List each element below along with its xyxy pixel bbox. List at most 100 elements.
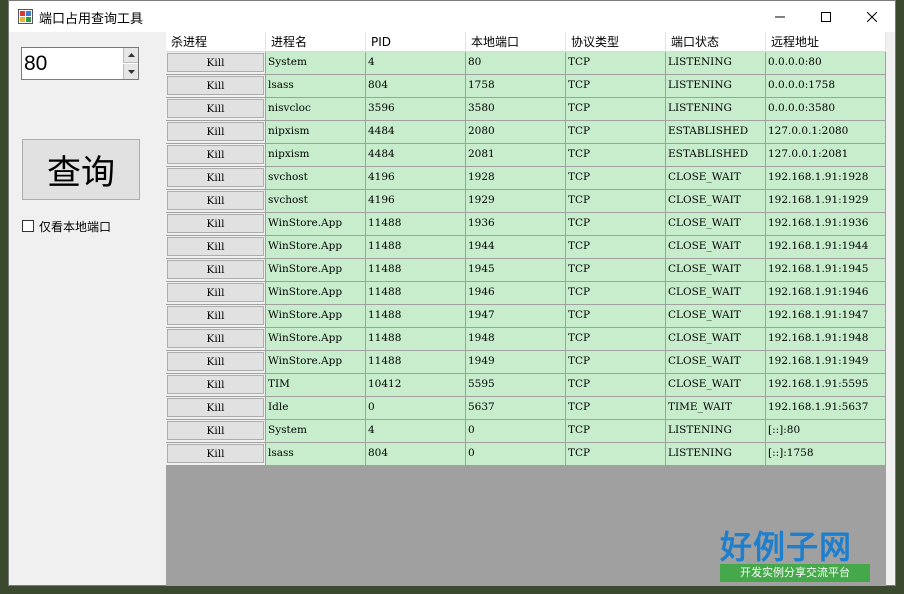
cell-name[interactable]: TIM [266,374,366,397]
cell-remote[interactable]: 192.168.1.91:1936 [766,213,886,236]
cell-remote[interactable]: 192.168.1.91:1944 [766,236,886,259]
table-row[interactable]: Kill nipxism 4484 2080 TCP ESTABLISHED 127.0.0… [166,121,886,144]
cell-proto[interactable]: TCP [566,259,666,282]
kill-button[interactable]: Kill [167,145,264,164]
kill-button[interactable]: Kill [167,168,264,187]
cell-remote[interactable]: 0.0.0.0:3580 [766,98,886,121]
cell-proto[interactable]: TCP [566,213,666,236]
cell-proto[interactable]: TCP [566,98,666,121]
column-header[interactable]: 本地端口 [466,32,566,52]
cell-remote[interactable]: 192.168.1.91:1947 [766,305,886,328]
table-row[interactable]: Kill WinStore.App 11488 1944 TCP CLOSE_WAIT 19… [166,236,886,259]
cell-state[interactable]: CLOSE_WAIT [666,213,766,236]
cell-remote[interactable]: 192.168.1.91:1949 [766,351,886,374]
cell-name[interactable]: WinStore.App [266,259,366,282]
kill-button[interactable]: Kill [167,329,264,348]
cell-proto[interactable]: TCP [566,420,666,443]
cell-port[interactable]: 1929 [466,190,566,213]
cell-proto[interactable]: TCP [566,328,666,351]
cell-pid[interactable]: 11488 [366,259,466,282]
cell-state[interactable]: LISTENING [666,52,766,75]
cell-pid[interactable]: 11488 [366,328,466,351]
cell-remote[interactable]: 192.168.1.91:1929 [766,190,886,213]
cell-pid[interactable]: 4196 [366,190,466,213]
kill-button[interactable]: Kill [167,214,264,233]
port-input[interactable] [22,48,122,79]
cell-pid[interactable]: 804 [366,443,466,466]
cell-remote[interactable]: 192.168.1.91:1946 [766,282,886,305]
column-header[interactable]: 远程地址 [766,32,886,52]
kill-button[interactable]: Kill [167,99,264,118]
cell-name[interactable]: WinStore.App [266,305,366,328]
kill-button[interactable]: Kill [167,76,264,95]
table-row[interactable]: Kill WinStore.App 11488 1948 TCP CLOSE_WAIT 19… [166,328,886,351]
table-row[interactable]: Kill lsass 804 1758 TCP LISTENING 0.0.0.0:1758 [166,75,886,98]
cell-proto[interactable]: TCP [566,121,666,144]
cell-state[interactable]: LISTENING [666,443,766,466]
local-only-checkbox[interactable] [22,220,34,232]
kill-button[interactable]: Kill [167,260,264,279]
cell-name[interactable]: svchost [266,167,366,190]
cell-state[interactable]: LISTENING [666,75,766,98]
column-header[interactable]: PID [366,32,466,52]
cell-name[interactable]: WinStore.App [266,282,366,305]
cell-port[interactable]: 1946 [466,282,566,305]
port-grid[interactable]: 杀进程 进程名 PID 本地端口 协议类型 端口状态 远程地址 Kill Syst… [166,32,886,586]
cell-proto[interactable]: TCP [566,397,666,420]
cell-state[interactable]: CLOSE_WAIT [666,236,766,259]
cell-name[interactable]: lsass [266,75,366,98]
local-only-option[interactable]: 仅看本地端口 [22,218,111,234]
kill-button[interactable]: Kill [167,191,264,210]
cell-name[interactable]: nisvcloc [266,98,366,121]
table-row[interactable]: Kill nipxism 4484 2081 TCP ESTABLISHED 127.0.0… [166,144,886,167]
kill-button[interactable]: Kill [167,421,264,440]
cell-pid[interactable]: 11488 [366,351,466,374]
cell-proto[interactable]: TCP [566,374,666,397]
cell-name[interactable]: WinStore.App [266,213,366,236]
query-button[interactable]: 查询 [22,139,140,200]
cell-port[interactable]: 80 [466,52,566,75]
cell-port[interactable]: 1947 [466,305,566,328]
cell-proto[interactable]: TCP [566,52,666,75]
cell-name[interactable]: WinStore.App [266,236,366,259]
column-header[interactable]: 进程名 [266,32,366,52]
cell-port[interactable]: 1944 [466,236,566,259]
cell-remote[interactable]: [::]:1758 [766,443,886,466]
cell-pid[interactable]: 0 [366,397,466,420]
cell-name[interactable]: System [266,52,366,75]
cell-state[interactable]: CLOSE_WAIT [666,167,766,190]
maximize-button[interactable] [803,1,849,32]
cell-name[interactable]: nipxism [266,144,366,167]
kill-button[interactable]: Kill [167,375,264,394]
cell-state[interactable]: ESTABLISHED [666,121,766,144]
cell-remote[interactable]: 0.0.0.0:80 [766,52,886,75]
cell-proto[interactable]: TCP [566,443,666,466]
table-row[interactable]: Kill System 4 80 TCP LISTENING 0.0.0.0:80 [166,52,886,75]
cell-remote[interactable]: 192.168.1.91:5595 [766,374,886,397]
cell-proto[interactable]: TCP [566,282,666,305]
cell-remote[interactable]: 192.168.1.91:1948 [766,328,886,351]
column-header[interactable]: 杀进程 [166,32,266,52]
kill-button[interactable]: Kill [167,283,264,302]
kill-button[interactable]: Kill [167,122,264,141]
cell-pid[interactable]: 4484 [366,121,466,144]
table-row[interactable]: Kill svchost 4196 1928 TCP CLOSE_WAIT 192.168.… [166,167,886,190]
column-header[interactable]: 协议类型 [566,32,666,52]
cell-proto[interactable]: TCP [566,351,666,374]
cell-pid[interactable]: 4 [366,52,466,75]
cell-remote[interactable]: 192.168.1.91:1945 [766,259,886,282]
cell-port[interactable]: 3580 [466,98,566,121]
cell-state[interactable]: CLOSE_WAIT [666,351,766,374]
cell-state[interactable]: LISTENING [666,420,766,443]
cell-port[interactable]: 1949 [466,351,566,374]
cell-state[interactable]: CLOSE_WAIT [666,328,766,351]
cell-remote[interactable]: 192.168.1.91:1928 [766,167,886,190]
cell-pid[interactable]: 3596 [366,98,466,121]
cell-pid[interactable]: 804 [366,75,466,98]
cell-proto[interactable]: TCP [566,236,666,259]
cell-name[interactable]: System [266,420,366,443]
cell-name[interactable]: nipxism [266,121,366,144]
cell-state[interactable]: TIME_WAIT [666,397,766,420]
cell-state[interactable]: CLOSE_WAIT [666,282,766,305]
table-row[interactable]: Kill nisvcloc 3596 3580 TCP LISTENING 0.0.0.0:… [166,98,886,121]
